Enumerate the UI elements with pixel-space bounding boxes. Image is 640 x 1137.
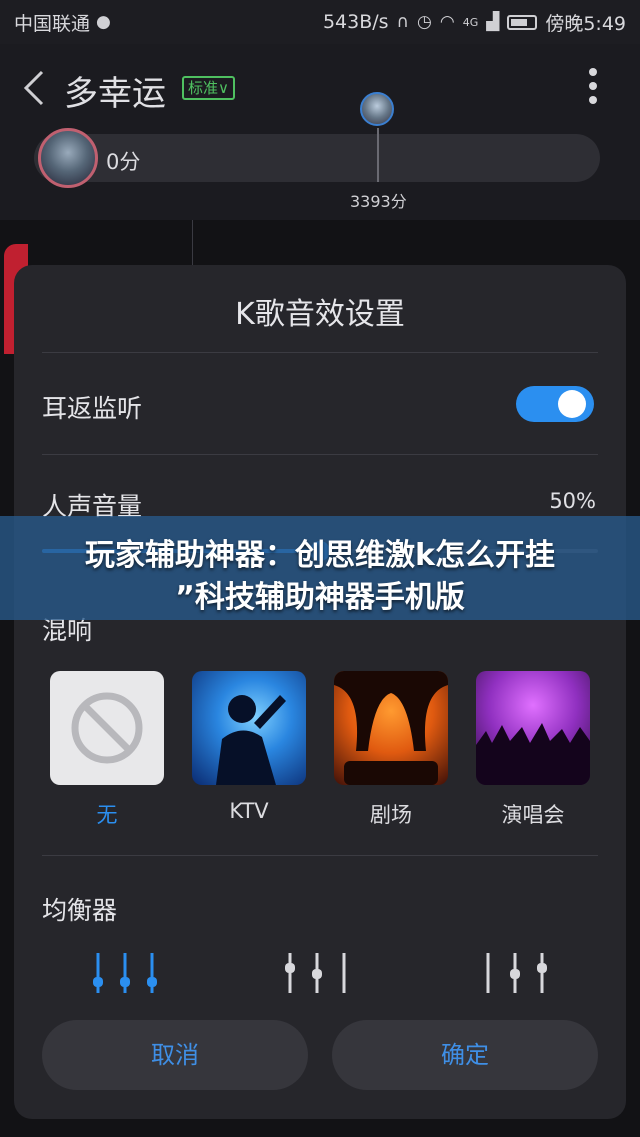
- reverb-label-none: 无: [96, 803, 118, 827]
- reverb-option-ktv[interactable]: [192, 671, 306, 785]
- reverb-option-concert[interactable]: [476, 671, 590, 785]
- signal-icon: ▟: [486, 12, 500, 32]
- concert-icon: [476, 723, 590, 785]
- divider: [42, 454, 598, 455]
- divider: [42, 352, 598, 353]
- alarm-icon: ◷: [417, 12, 432, 32]
- reverb-label-theater: 剧场: [370, 803, 412, 827]
- toggle-knob: [558, 390, 586, 418]
- app-header: 多幸运 标准∨ 0分 3393分: [0, 44, 640, 220]
- eq-mid-icon: [285, 953, 346, 993]
- peer-avatar: [360, 92, 394, 126]
- cancel-button[interactable]: 取消: [42, 1020, 308, 1090]
- status-bar: 中国联通 ● 543B/s ∩ ◷ ◠ 4G ▟ 傍晚5:49: [0, 0, 640, 44]
- network-type: 4G: [462, 15, 479, 29]
- dialog-title: K歌音效设置: [235, 297, 405, 332]
- my-score: 0分: [106, 150, 141, 174]
- no-effect-icon: [71, 692, 143, 764]
- reverb-option-none[interactable]: [50, 671, 164, 785]
- reverb-option-theater[interactable]: [334, 671, 448, 785]
- my-avatar: [38, 128, 98, 188]
- back-icon[interactable]: [20, 68, 48, 108]
- volume-value: 50%: [549, 489, 596, 513]
- background-divider: [192, 220, 193, 270]
- eq-preset-flat[interactable]: [90, 951, 160, 995]
- wifi-icon: ◠: [439, 12, 455, 32]
- more-icon[interactable]: [586, 68, 600, 112]
- theater-icon: [334, 671, 448, 785]
- status-right: 543B/s ∩ ◷ ◠ 4G ▟ 傍晚5:49: [323, 9, 626, 36]
- eq-preset-mid[interactable]: [282, 951, 352, 995]
- peer-score: 3393分: [350, 192, 407, 211]
- confirm-button[interactable]: 确定: [332, 1020, 598, 1090]
- eq-flat-icon: [93, 953, 157, 993]
- peer-marker-line: [377, 128, 379, 182]
- carrier-name: 中国联通: [14, 12, 91, 35]
- song-title: 多幸运: [64, 74, 166, 114]
- wechat-icon: ●: [96, 12, 111, 32]
- clock: 傍晚5:49: [545, 12, 626, 35]
- monitor-label: 耳返监听: [42, 394, 143, 423]
- divider: [42, 855, 598, 856]
- eq-high-icon: [486, 953, 547, 993]
- headphone-icon: ∩: [396, 12, 410, 32]
- network-speed: 543B/s: [322, 11, 389, 33]
- equalizer-label: 均衡器: [42, 896, 118, 925]
- sound-effect-dialog: K歌音效设置 耳返监听 人声音量 50% 混响 无 KTV 剧场 演唱会 均衡器…: [14, 265, 626, 1119]
- battery-icon: [507, 14, 538, 30]
- quality-selector[interactable]: 标准∨: [182, 76, 235, 100]
- banner-line-2: ”科技辅助神器手机版: [175, 580, 465, 615]
- status-left: 中国联通 ●: [14, 9, 323, 36]
- reverb-label-concert: 演唱会: [501, 803, 565, 827]
- overlay-banner: 玩家辅助神器：创思维激k怎么开挂 ”科技辅助神器手机版: [0, 516, 640, 620]
- reverb-label-ktv: KTV: [229, 799, 269, 823]
- singer-icon: [216, 695, 286, 785]
- banner-line-1: 玩家辅助神器：创思维激k怎么开挂: [85, 538, 555, 573]
- eq-preset-high[interactable]: [480, 951, 550, 995]
